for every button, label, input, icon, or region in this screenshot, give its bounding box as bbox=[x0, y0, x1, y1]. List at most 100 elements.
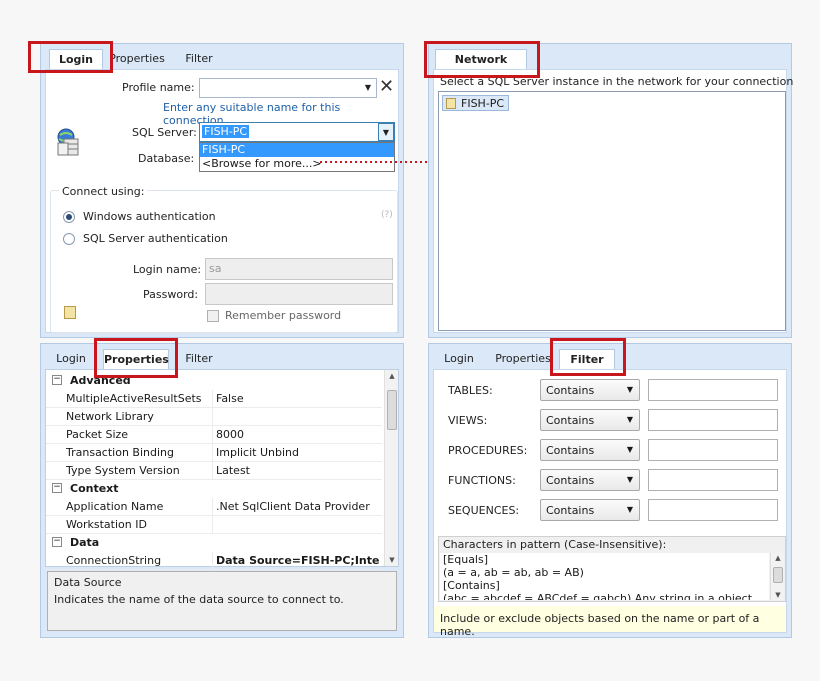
category-context[interactable]: − Context bbox=[46, 480, 382, 498]
property-name: Application Name bbox=[66, 500, 164, 513]
property-name: Workstation ID bbox=[66, 518, 147, 531]
pattern-scrollbar[interactable]: ▲ ▼ bbox=[770, 553, 784, 600]
password-label: Password: bbox=[143, 288, 199, 301]
category-label: Data bbox=[70, 536, 100, 549]
notes-icon[interactable] bbox=[64, 306, 76, 319]
functions-operator-select[interactable]: Contains ▼ bbox=[540, 469, 640, 491]
scroll-up-icon[interactable]: ▲ bbox=[771, 554, 785, 562]
property-value[interactable]: .Net SqlClient Data Provider bbox=[216, 500, 380, 513]
network-servers-panel: Network Servers Select a SQL Server inst… bbox=[424, 41, 793, 338]
database-label: Database: bbox=[138, 152, 195, 165]
server-list[interactable]: FISH-PC bbox=[438, 91, 786, 331]
scroll-down-icon[interactable]: ▼ bbox=[385, 556, 399, 564]
tables-filter-input[interactable] bbox=[648, 379, 778, 401]
pattern-line: [Contains] bbox=[443, 579, 500, 592]
property-row[interactable]: Workstation ID bbox=[46, 516, 382, 534]
filter-label-sequences: SEQUENCES: bbox=[448, 504, 520, 517]
description-box: Data Source Indicates the name of the da… bbox=[47, 571, 397, 631]
login-name-label: Login name: bbox=[133, 263, 202, 276]
login-panel: Login Properties Filter Profile name: ▼ … bbox=[28, 41, 404, 338]
help-icon[interactable]: (?) bbox=[381, 210, 393, 220]
server-list-item[interactable]: FISH-PC bbox=[442, 95, 510, 111]
description-text: Indicates the name of the data source to… bbox=[54, 593, 344, 606]
highlight-properties-tab bbox=[94, 338, 178, 378]
tab-login[interactable]: Login bbox=[49, 349, 93, 369]
sql-server-label: SQL Server: bbox=[132, 126, 197, 139]
filter-label-functions: FUNCTIONS: bbox=[448, 474, 516, 487]
chevron-down-icon[interactable]: ▼ bbox=[360, 79, 376, 97]
scroll-up-icon[interactable]: ▲ bbox=[385, 372, 399, 380]
connect-using-label: Connect using: bbox=[59, 185, 148, 198]
property-row[interactable]: Application Name .Net SqlClient Data Prov… bbox=[46, 498, 382, 516]
highlight-filter-tab bbox=[550, 338, 626, 376]
login-name-input[interactable]: sa bbox=[205, 258, 393, 280]
property-value[interactable]: Data Source=FISH-PC;Integrate bbox=[216, 554, 380, 567]
collapse-icon[interactable]: − bbox=[52, 483, 62, 493]
views-operator-select[interactable]: Contains ▼ bbox=[540, 409, 640, 431]
collapse-icon[interactable]: − bbox=[52, 537, 62, 547]
windows-auth-radio[interactable] bbox=[63, 211, 75, 223]
login-content: Profile name: ▼ ✕ Enter any suitable nam… bbox=[45, 69, 399, 333]
tab-filter[interactable]: Filter bbox=[179, 49, 219, 69]
windows-auth-label[interactable]: Windows authentication bbox=[83, 210, 216, 223]
filter-label-views: VIEWS: bbox=[448, 414, 488, 427]
filter-footer-text: Include or exclude objects based on the … bbox=[440, 612, 760, 638]
highlight-network-tab bbox=[424, 41, 540, 78]
chevron-down-icon: ▼ bbox=[626, 415, 633, 424]
property-value[interactable]: 8000 bbox=[216, 428, 380, 441]
operator-value: Contains bbox=[546, 474, 595, 487]
sequences-operator-select[interactable]: Contains ▼ bbox=[540, 499, 640, 521]
close-icon[interactable]: ✕ bbox=[379, 78, 394, 96]
profile-name-input[interactable]: ▼ bbox=[199, 78, 377, 98]
pattern-line: (a = a, ab = ab, ab = AB) bbox=[443, 566, 584, 579]
property-name: Packet Size bbox=[66, 428, 129, 441]
functions-filter-input[interactable] bbox=[648, 469, 778, 491]
property-value[interactable]: Implicit Unbind bbox=[216, 446, 380, 459]
views-filter-input[interactable] bbox=[648, 409, 778, 431]
property-row[interactable]: Transaction Binding Implicit Unbind bbox=[46, 444, 382, 462]
property-value[interactable]: Latest bbox=[216, 464, 380, 477]
property-grid-scrollbar[interactable]: ▲ ▼ bbox=[384, 370, 398, 566]
property-row[interactable]: ConnectionString Data Source=FISH-PC;Inte… bbox=[46, 552, 382, 570]
filter-label-procedures: PROCEDURES: bbox=[448, 444, 528, 457]
scroll-thumb[interactable] bbox=[387, 390, 397, 430]
filter-content: TABLES: Contains ▼ VIEWS: Contains ▼ PROCE… bbox=[433, 369, 787, 638]
property-name: Network Library bbox=[66, 410, 154, 423]
sequences-filter-input[interactable] bbox=[648, 499, 778, 521]
property-row[interactable]: Packet Size 8000 bbox=[46, 426, 382, 444]
procedures-operator-select[interactable]: Contains ▼ bbox=[540, 439, 640, 461]
tab-login[interactable]: Login bbox=[437, 349, 481, 369]
collapse-icon[interactable]: − bbox=[52, 375, 62, 385]
property-name: Type System Version bbox=[66, 464, 180, 477]
category-label: Context bbox=[70, 482, 119, 495]
property-row[interactable]: Type System Version Latest bbox=[46, 462, 382, 480]
sql-auth-radio[interactable] bbox=[63, 233, 75, 245]
procedures-filter-input[interactable] bbox=[648, 439, 778, 461]
chevron-down-icon[interactable]: ▼ bbox=[378, 123, 394, 141]
remember-password-label[interactable]: Remember password bbox=[225, 309, 341, 322]
server-icon bbox=[446, 97, 456, 109]
property-value[interactable]: False bbox=[216, 392, 380, 405]
tables-operator-select[interactable]: Contains ▼ bbox=[540, 379, 640, 401]
connect-using-group: Connect using: Windows authentication (?… bbox=[50, 185, 398, 333]
property-row[interactable]: MultipleActiveResultSets False bbox=[46, 390, 382, 408]
sql-auth-label[interactable]: SQL Server authentication bbox=[83, 232, 228, 245]
sql-server-select[interactable]: FISH-PC ▼ bbox=[199, 122, 395, 142]
tab-properties[interactable]: Properties bbox=[107, 49, 167, 69]
scroll-down-icon[interactable]: ▼ bbox=[771, 591, 785, 599]
remember-password-checkbox[interactable] bbox=[207, 310, 219, 322]
chevron-down-icon: ▼ bbox=[626, 385, 633, 394]
property-grid: − Advanced MultipleActiveResultSets False… bbox=[45, 369, 399, 570]
properties-panel: Login Properties Filter − Advanced Multi… bbox=[40, 338, 404, 638]
password-input[interactable] bbox=[205, 283, 393, 305]
server-name: FISH-PC bbox=[461, 96, 505, 110]
property-row[interactable]: Network Library bbox=[46, 408, 382, 426]
login-name-value: sa bbox=[209, 262, 222, 275]
tab-properties[interactable]: Properties bbox=[493, 349, 553, 369]
pattern-line: [Equals] bbox=[443, 553, 489, 566]
scroll-thumb[interactable] bbox=[773, 567, 783, 583]
chevron-down-icon: ▼ bbox=[626, 445, 633, 454]
tab-filter[interactable]: Filter bbox=[179, 349, 219, 369]
category-data[interactable]: − Data bbox=[46, 534, 382, 552]
dropdown-option-fish-pc[interactable]: FISH-PC bbox=[200, 143, 394, 157]
